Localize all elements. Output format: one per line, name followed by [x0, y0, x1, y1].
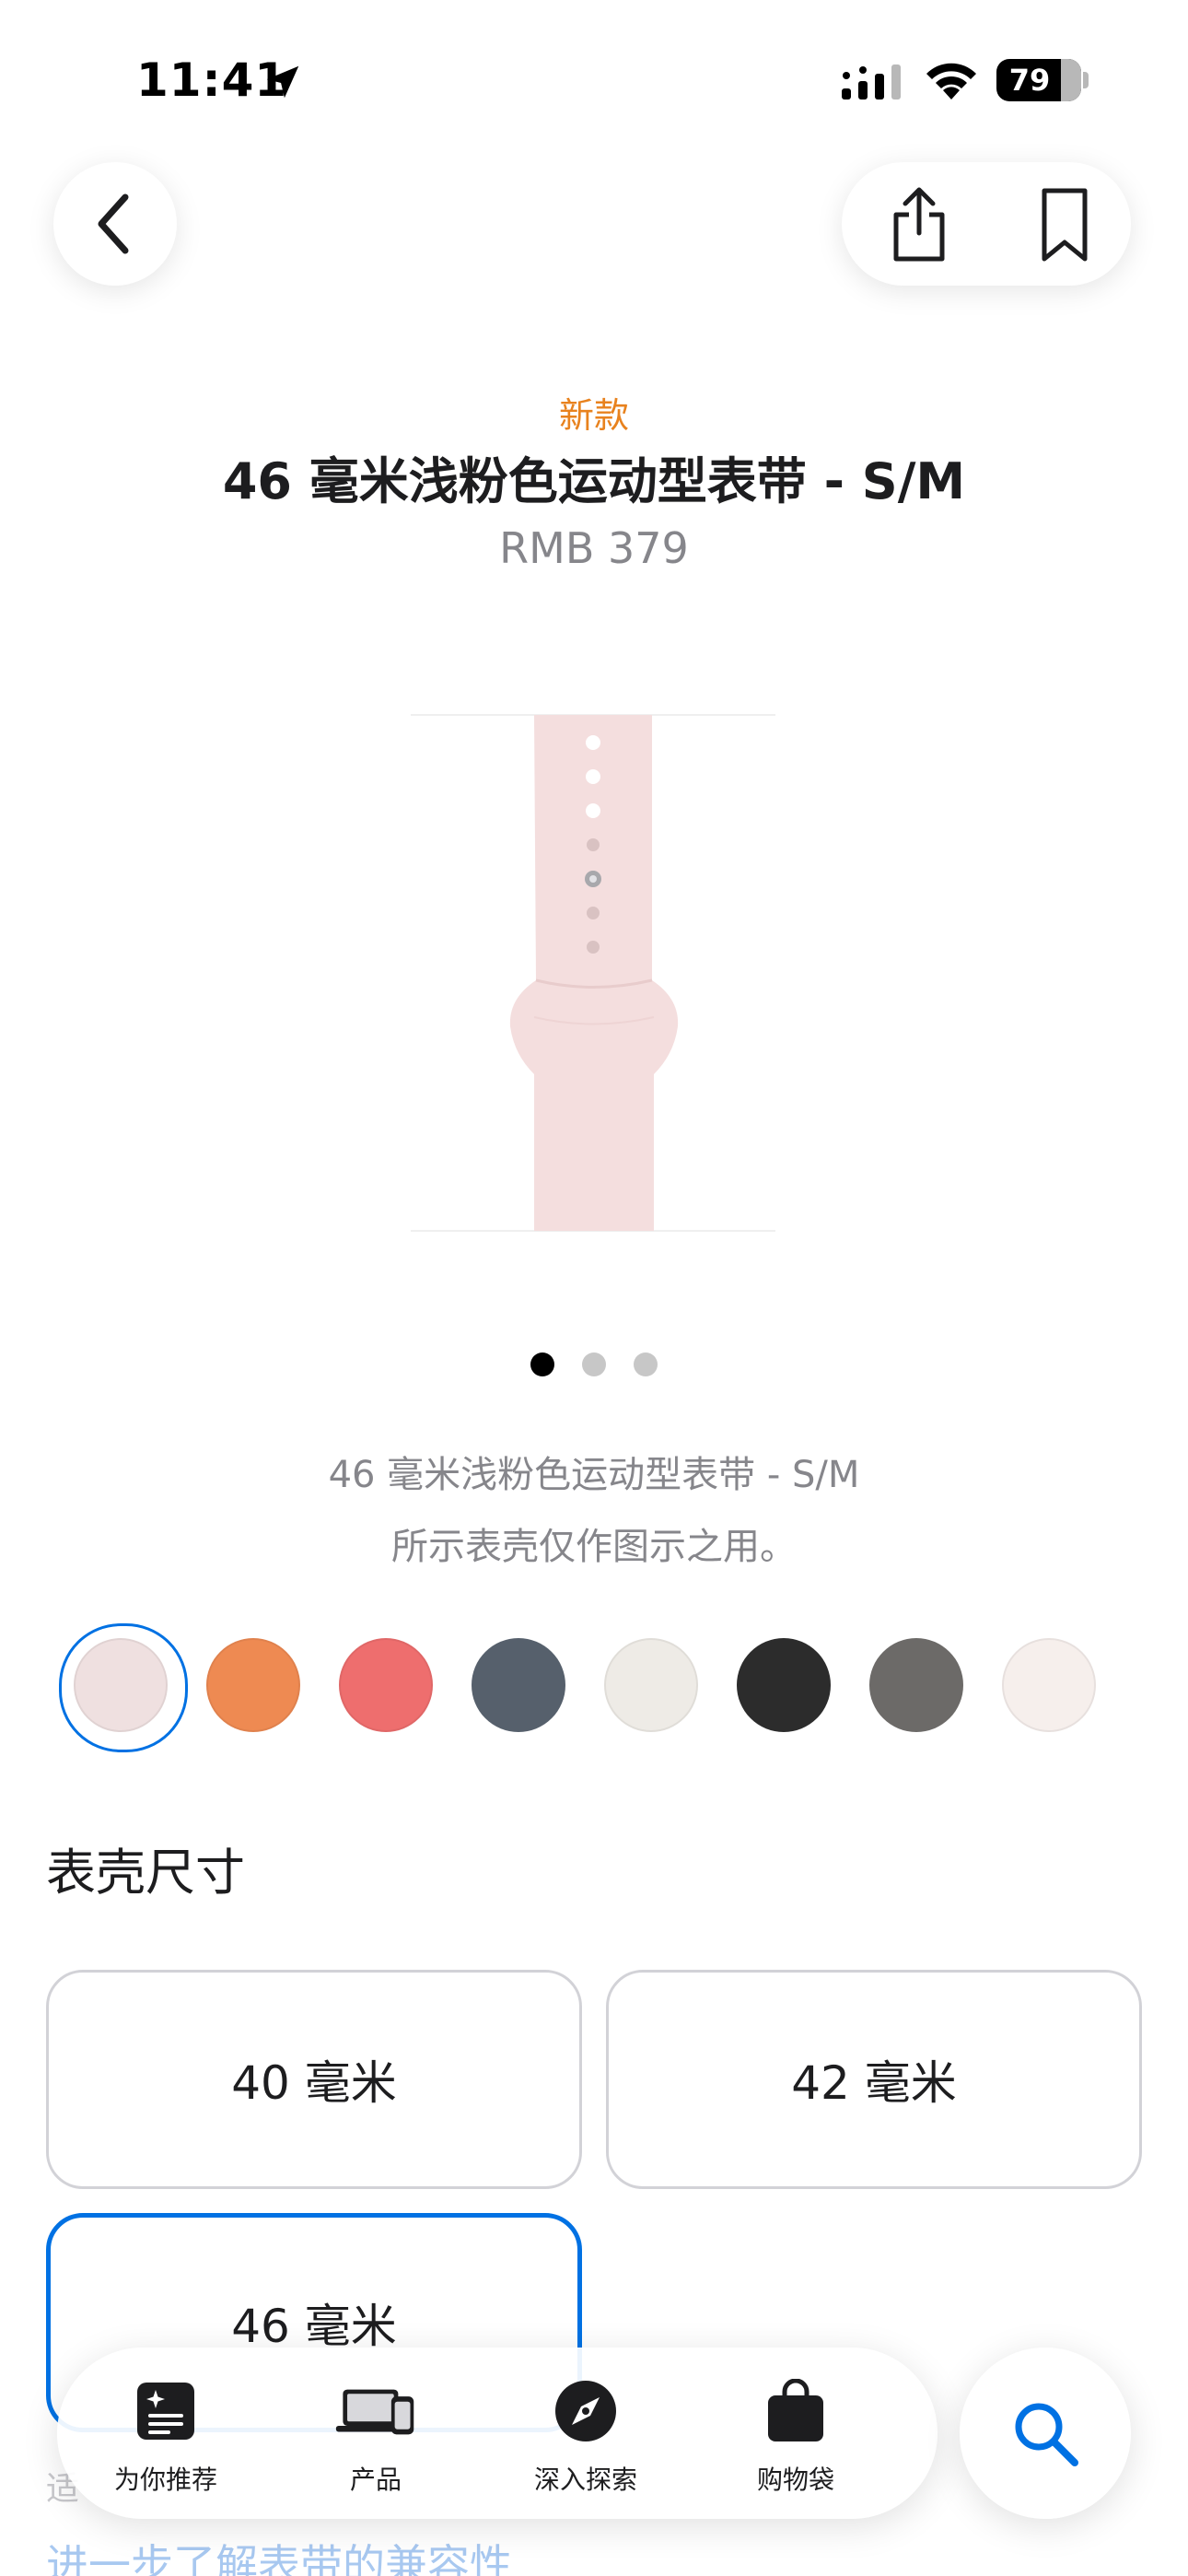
chevron-left-icon	[98, 193, 129, 254]
for-you-icon	[137, 2383, 194, 2440]
bag-icon	[768, 2379, 823, 2441]
battery-cap	[1083, 72, 1089, 88]
product-price: RMB 379	[499, 523, 689, 573]
compass-icon	[555, 2381, 616, 2441]
product-image[interactable]	[411, 713, 775, 1233]
header-actions	[842, 162, 1131, 286]
tab-products-label: 产品	[349, 2465, 402, 2495]
starlight-swatch[interactable]	[604, 1638, 698, 1732]
tab-explore[interactable]: 深入探索	[484, 2348, 687, 2519]
compatibility-link[interactable]: 进一步了解表带的兼容性	[46, 2532, 512, 2576]
red-swatch[interactable]	[339, 1638, 433, 1732]
color-swatches	[59, 1623, 1114, 1752]
battery-icon: 79	[996, 59, 1081, 101]
tab-bag[interactable]: 购物袋	[694, 2348, 897, 2519]
gray-swatch[interactable]	[869, 1638, 963, 1732]
bookmark-icon	[1042, 188, 1088, 262]
slate-swatch[interactable]	[472, 1638, 565, 1732]
black-swatch[interactable]	[737, 1638, 831, 1732]
tab-bag-label: 购物袋	[756, 2465, 834, 2495]
tab-for-you[interactable]: 为你推荐	[64, 2348, 267, 2519]
bookmark-button[interactable]	[1019, 179, 1111, 271]
image-note: 所示表壳仅作图示之用。	[391, 1526, 797, 1568]
location-arrow-icon	[266, 65, 299, 99]
light-pink-swatch[interactable]	[59, 1623, 188, 1752]
orange-swatch[interactable]	[206, 1638, 300, 1732]
devices-icon	[335, 2389, 414, 2435]
back-button[interactable]	[53, 162, 177, 286]
size-option-42mm[interactable]: 42 毫米	[606, 1970, 1142, 2189]
wifi-icon	[926, 63, 976, 100]
signal-icon	[842, 64, 901, 100]
pager-dot[interactable]	[582, 1352, 606, 1376]
battery-level: 79	[1008, 63, 1051, 98]
share-button[interactable]	[873, 179, 965, 271]
image-pager	[0, 1352, 1188, 1376]
tab-bar: 为你推荐 产品 深入探索 购物袋	[57, 2348, 938, 2519]
tab-for-you-label: 为你推荐	[113, 2465, 217, 2495]
image-caption: 46 毫米浅粉色运动型表带 - S/M	[328, 1454, 860, 1496]
search-button[interactable]	[960, 2348, 1131, 2519]
case-size-title: 表壳尺寸	[46, 1844, 245, 1902]
new-badge: 新款	[558, 395, 629, 436]
status-bar: 11:41 79	[0, 0, 1188, 157]
size-option-40mm[interactable]: 40 毫米	[46, 1970, 582, 2189]
search-icon	[1015, 2403, 1078, 2466]
tab-explore-label: 深入探索	[533, 2465, 637, 2495]
share-icon	[893, 187, 945, 262]
pager-dot[interactable]	[530, 1352, 554, 1376]
product-title: 46 毫米浅粉色运动型表带 - S/M	[222, 452, 966, 510]
tab-products[interactable]: 产品	[274, 2348, 477, 2519]
pager-dot[interactable]	[634, 1352, 658, 1376]
white-swatch[interactable]	[1002, 1638, 1096, 1732]
